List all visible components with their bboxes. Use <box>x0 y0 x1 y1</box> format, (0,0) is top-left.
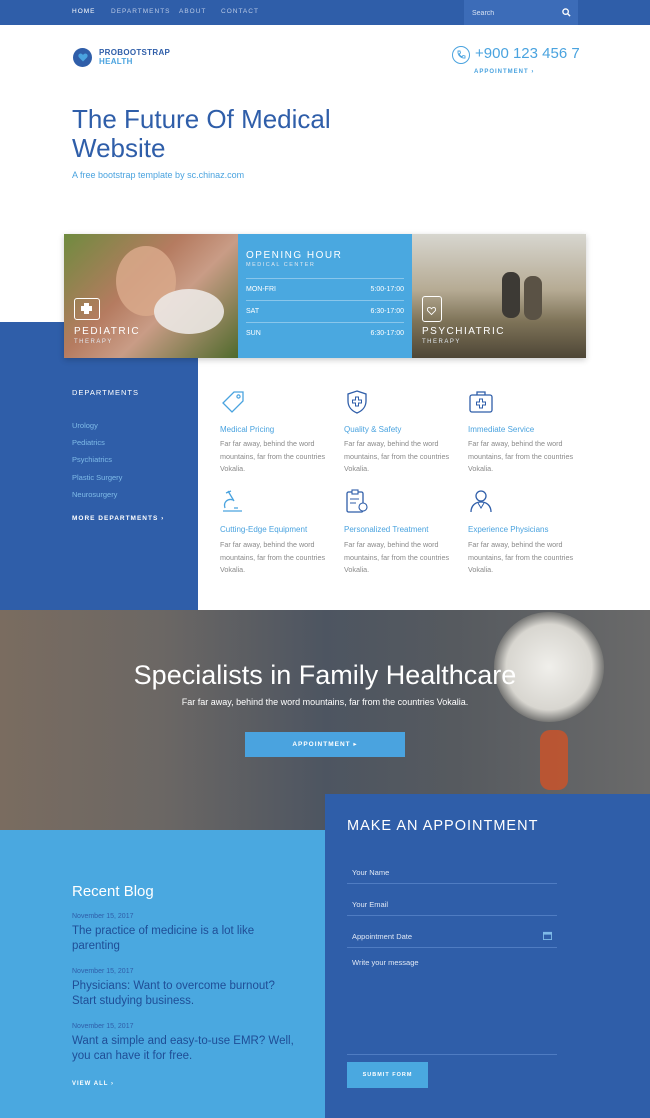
service-title: Quality & Safety <box>344 425 402 434</box>
specialists-appointment-button[interactable]: APPOINTMENT ▸ <box>245 732 405 757</box>
pediatric-card-subtitle: THERAPY <box>74 339 113 345</box>
hours-day: MON-FRI <box>246 286 276 293</box>
opening-hours-card: OPENING HOUR MEDICAL CENTER MON-FRI 5:00… <box>238 234 412 358</box>
appointment-heading: MAKE AN APPOINTMENT <box>347 818 539 834</box>
service-text: Far far away, behind the word mountains,… <box>344 540 450 574</box>
phone-number[interactable]: +900 123 456 7 <box>475 45 580 62</box>
hours-time: 5:00-17:00 <box>370 286 404 293</box>
blog-post-title[interactable]: Physicians: Want to overcome burnout? St… <box>72 979 302 1009</box>
nav-about[interactable]: ABOUT <box>179 8 206 15</box>
nav-contact[interactable]: CONTACT <box>221 8 259 15</box>
name-field[interactable] <box>347 862 557 884</box>
department-link-plastic-surgery[interactable]: Plastic Surgery <box>72 473 122 482</box>
first-aid-kit-icon <box>469 391 493 413</box>
hours-day: SAT <box>246 308 260 315</box>
department-link-psychiatrics[interactable]: Psychiatrics <box>72 455 112 464</box>
brand-name-line1: PROBOOTSTRAP <box>99 48 171 57</box>
service-title: Medical Pricing <box>220 425 275 434</box>
more-departments-link[interactable]: MORE DEPARTMENTS › <box>72 515 164 522</box>
view-all-link[interactable]: VIEW ALL › <box>72 1081 114 1087</box>
service-title: Immediate Service <box>468 425 535 434</box>
service-text: Far far away, behind the word mountains,… <box>220 439 326 473</box>
heart-icon <box>77 53 88 62</box>
submit-form-button[interactable]: SUBMIT FORM <box>347 1062 428 1088</box>
appointment-date-field[interactable] <box>347 926 557 948</box>
clipboard-heart-icon <box>422 296 442 322</box>
hours-row-mon-fri: MON-FRI 5:00-17:00 <box>246 278 404 300</box>
search-box <box>464 0 578 25</box>
header-appointment-link[interactable]: APPOINTMENT › <box>474 69 534 75</box>
search-input[interactable] <box>472 6 558 20</box>
email-field[interactable] <box>347 894 557 916</box>
search-icon[interactable] <box>562 8 571 17</box>
departments-heading: DEPARTMENTS <box>72 388 139 397</box>
hours-time: 6:30-17:00 <box>370 330 404 337</box>
recent-blog-section <box>0 830 325 1118</box>
doctor-icon <box>470 490 492 513</box>
hero-title: The Future Of Medical Website <box>72 104 331 163</box>
top-navbar: HOME DEPARTMENTS ABOUT CONTACT <box>0 0 650 25</box>
departments-panel <box>0 322 198 610</box>
service-title: Cutting-Edge Equipment <box>220 525 308 534</box>
blog-post-title[interactable]: The practice of medicine is a lot like p… <box>72 924 302 954</box>
logo[interactable] <box>73 48 92 67</box>
nav-home[interactable]: HOME <box>72 8 96 15</box>
department-link-neurosurgery[interactable]: Neurosurgery <box>72 490 117 499</box>
calendar-icon[interactable] <box>543 931 552 940</box>
microscope-icon <box>223 490 242 512</box>
hours-row-sat: SAT 6:30-17:00 <box>246 300 404 322</box>
psychiatric-card-title: PSYCHIATRIC <box>422 326 505 337</box>
nav-departments[interactable]: DEPARTMENTS <box>111 8 171 15</box>
hours-row-sun: SUN 6:30-17:00 <box>246 322 404 344</box>
price-tag-icon <box>222 391 244 413</box>
rabbit-photo-shape <box>154 289 224 334</box>
brand-name-line2: HEALTH <box>99 57 133 66</box>
message-field[interactable] <box>347 953 557 1055</box>
blog-post-title[interactable]: Want a simple and easy-to-use EMR? Well,… <box>72 1034 302 1064</box>
hours-day: SUN <box>246 330 261 337</box>
specialists-title: Specialists in Family Healthcare <box>133 660 517 690</box>
psychiatric-card[interactable]: PSYCHIATRIC THERAPY <box>412 234 586 358</box>
service-title: Experience Physicians <box>468 525 549 534</box>
shield-icon <box>347 390 367 414</box>
opening-hours-subtitle: MEDICAL CENTER <box>246 262 316 268</box>
service-text: Far far away, behind the word mountains,… <box>344 439 450 473</box>
specialists-subtitle: Far far away, behind the word mountains,… <box>181 697 469 707</box>
service-text: Far far away, behind the word mountains,… <box>220 540 326 574</box>
recent-blog-heading: Recent Blog <box>72 883 154 900</box>
opening-hours-title: OPENING HOUR <box>246 250 343 261</box>
pediatric-card-title: PEDIATRIC <box>74 326 141 337</box>
service-title: Personalized Treatment <box>344 525 429 534</box>
blog-date: November 15, 2017 <box>72 913 134 920</box>
clipboard-icon <box>346 489 368 513</box>
pediatric-card[interactable]: PEDIATRIC THERAPY <box>64 234 238 358</box>
blog-date: November 15, 2017 <box>72 1023 134 1030</box>
phone-icon <box>452 46 470 64</box>
page: HOME DEPARTMENTS ABOUT CONTACT PROBOOTST… <box>0 0 650 1118</box>
hours-time: 6:30-17:00 <box>370 308 404 315</box>
blog-date: November 15, 2017 <box>72 968 134 975</box>
department-link-pediatrics[interactable]: Pediatrics <box>72 438 105 447</box>
hero-subtitle: A free bootstrap template by sc.chinaz.c… <box>72 170 245 180</box>
person-photo-shape <box>524 276 542 320</box>
service-text: Far far away, behind the word mountains,… <box>468 540 574 574</box>
psychiatric-card-subtitle: THERAPY <box>422 339 461 345</box>
department-link-urology[interactable]: Urology <box>72 421 98 430</box>
medical-kit-icon <box>74 298 100 320</box>
service-text: Far far away, behind the word mountains,… <box>468 439 574 473</box>
person-photo-shape <box>502 272 520 318</box>
tool-photo-shape <box>540 730 568 790</box>
